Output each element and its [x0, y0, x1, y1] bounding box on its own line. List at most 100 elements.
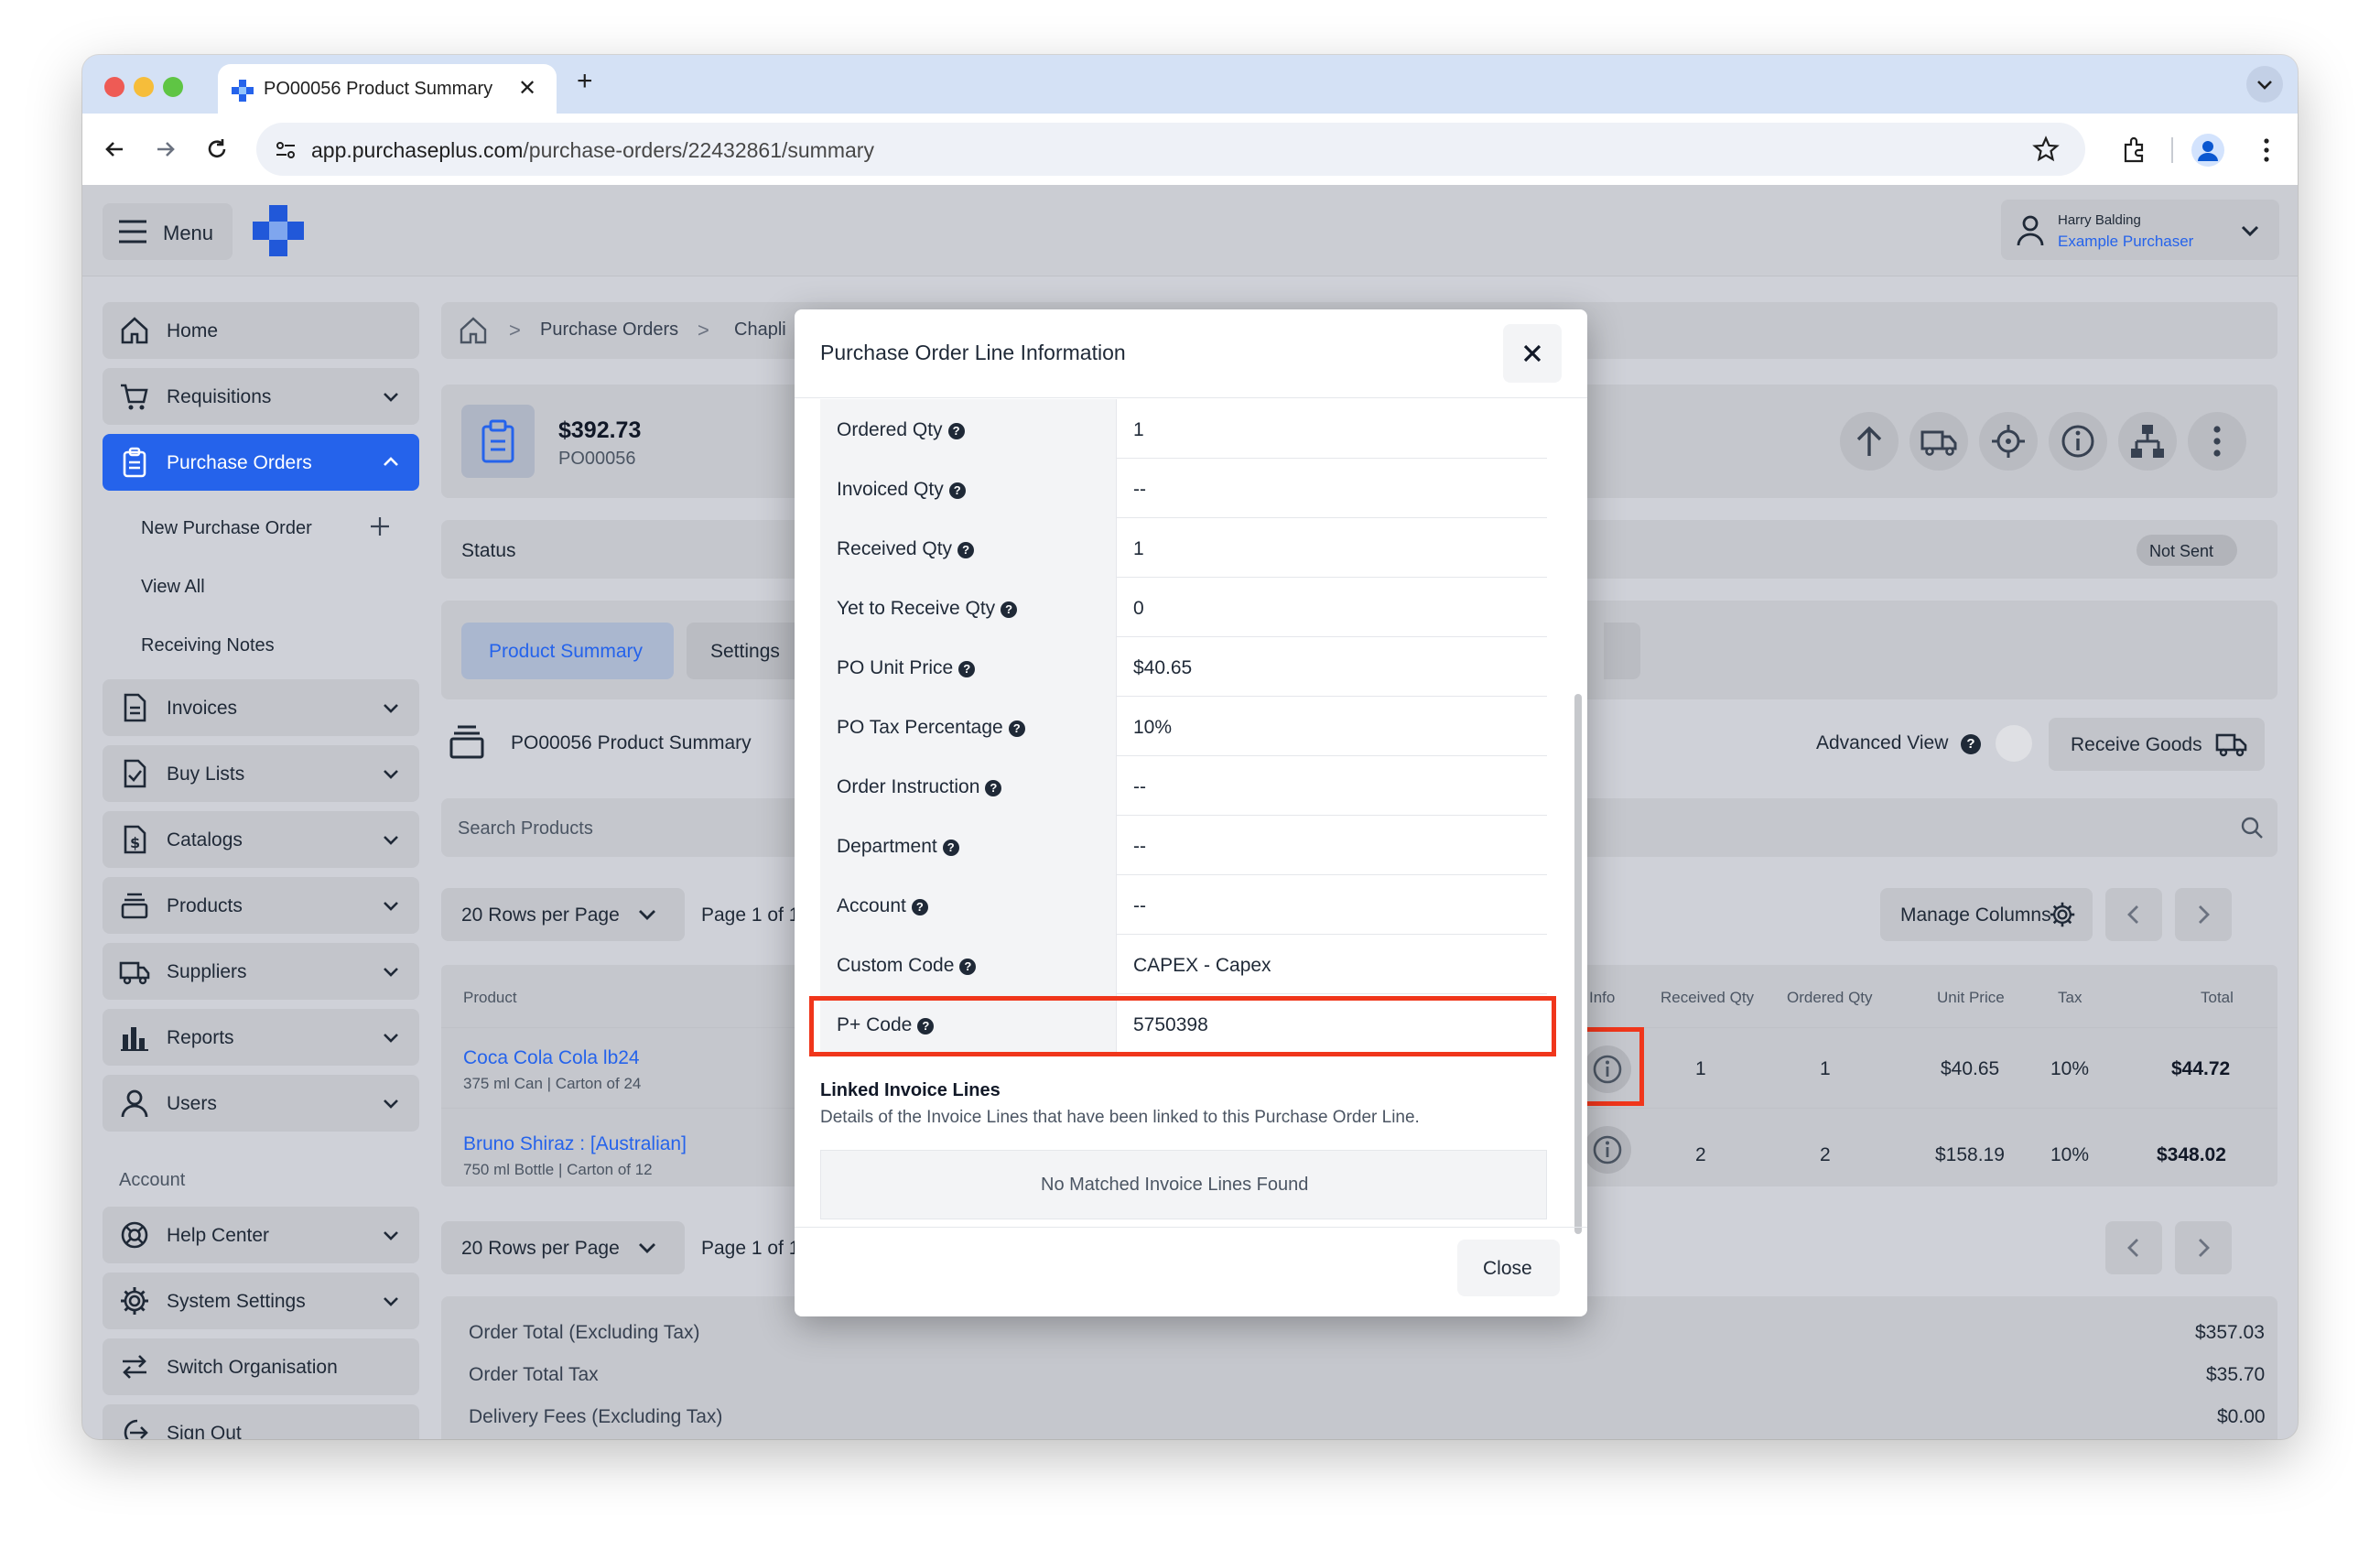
tab-overflow[interactable]	[1604, 623, 1640, 679]
tab-product-summary[interactable]: Product Summary	[461, 623, 674, 679]
profile-avatar[interactable]	[2191, 134, 2224, 167]
sidebar-subitem-view-all[interactable]: View All	[141, 577, 205, 598]
bookmark-star-icon[interactable]	[2032, 135, 2060, 163]
menu-button[interactable]: Menu	[103, 203, 233, 260]
close-window-button[interactable]	[104, 77, 124, 97]
help-icon[interactable]: ?	[1961, 734, 1981, 754]
help-icon[interactable]: ?	[947, 423, 965, 439]
svg-text:$: $	[130, 834, 140, 851]
account-heading: Account	[119, 1170, 186, 1190]
field-label: Invoiced Qty?	[837, 479, 966, 501]
modal-row-po-tax-percentage: PO Tax Percentage? 10%	[820, 697, 1547, 756]
breadcrumb-supplier[interactable]: Chapli	[734, 320, 786, 341]
sidebar-subitem-new-purchase-order[interactable]: New Purchase Order	[141, 518, 312, 539]
site-settings-icon[interactable]	[273, 137, 298, 163]
browser-toolbar: app.purchaseplus.com/purchase-orders/224…	[82, 114, 2298, 185]
more-options-button[interactable]	[2188, 412, 2246, 471]
modal-close-button[interactable]: Close	[1457, 1240, 1560, 1296]
po-info-button[interactable]	[2049, 412, 2107, 471]
sidebar-item-suppliers[interactable]: Suppliers	[103, 943, 419, 1000]
minimize-window-button[interactable]	[134, 77, 154, 97]
field-label: Yet to Receive Qty?	[837, 598, 1018, 620]
sidebar-item-products[interactable]: Products	[103, 877, 419, 934]
user-icon	[121, 1089, 148, 1118]
receive-goods-button[interactable]: Receive Goods	[2049, 718, 2265, 771]
new-tab-button[interactable]: +	[577, 66, 593, 97]
po-hierarchy-button[interactable]	[2118, 412, 2177, 471]
help-icon[interactable]: ?	[957, 542, 975, 558]
sidebar-item-home[interactable]: Home	[103, 302, 419, 359]
product-name-link[interactable]: Bruno Shiraz : [Australian]	[463, 1133, 687, 1155]
sidebar-item-buy-lists[interactable]: Buy Lists	[103, 745, 419, 802]
help-icon[interactable]: ?	[959, 959, 977, 975]
sidebar-item-users[interactable]: Users	[103, 1075, 419, 1132]
help-icon[interactable]: ?	[942, 839, 959, 856]
switch-arrows-icon	[123, 1355, 146, 1379]
maximize-window-button[interactable]	[163, 77, 183, 97]
sidebar-item-label: Invoices	[167, 698, 238, 719]
row-info-button[interactable]	[1584, 1126, 1631, 1174]
unit-price: $158.19	[1935, 1144, 2005, 1165]
extensions-icon[interactable]	[2120, 135, 2149, 165]
field-value: 0	[1133, 598, 1144, 619]
tab-search-button[interactable]	[2246, 66, 2283, 103]
sidebar-item-invoices[interactable]: Invoices	[103, 679, 419, 736]
browser-tab[interactable]: PO00056 Product Summary ✕	[218, 64, 557, 114]
rows-per-page-select-bottom[interactable]: 20 Rows per Page	[441, 1221, 685, 1274]
back-arrow-icon[interactable]	[101, 135, 128, 163]
sidebar-item-help-center[interactable]: Help Center	[103, 1207, 419, 1263]
gear-icon	[121, 1287, 148, 1315]
product-name-link[interactable]: Coca Cola Cola lb24	[463, 1047, 640, 1069]
modal-title: Purchase Order Line Information	[820, 341, 1126, 364]
next-page-button[interactable]	[2175, 888, 2232, 941]
previous-page-button[interactable]	[2105, 888, 2162, 941]
modal-row-department: Department? --	[820, 816, 1547, 875]
breadcrumb-purchase-orders[interactable]: Purchase Orders	[540, 320, 678, 341]
field-value: 1	[1133, 419, 1144, 440]
sidebar-item-purchase-orders[interactable]: Purchase Orders	[103, 434, 419, 491]
sidebar-item-catalogs[interactable]: $ Catalogs	[103, 811, 419, 868]
url-domain: app.purchaseplus.com	[311, 138, 524, 162]
ordered-qty: 1	[1820, 1058, 1831, 1079]
track-po-button[interactable]	[1979, 412, 2038, 471]
modal-scrollbar[interactable]	[1574, 694, 1582, 1234]
submit-po-button[interactable]	[1840, 412, 1899, 471]
manage-columns-button[interactable]: Manage Columns	[1880, 888, 2093, 941]
reload-icon[interactable]	[203, 135, 231, 163]
sidebar-item-sign-out[interactable]: Sign Out	[103, 1404, 419, 1439]
field-label: Ordered Qty?	[837, 419, 965, 441]
rows-per-page-select[interactable]: 20 Rows per Page	[441, 888, 685, 941]
advanced-view-label: Advanced View	[1816, 732, 1949, 753]
field-value: --	[1133, 895, 1146, 916]
sidebar-item-switch-organisation[interactable]: Switch Organisation	[103, 1338, 419, 1395]
toolbar-divider	[2171, 137, 2173, 163]
plus-icon[interactable]	[368, 515, 392, 538]
help-icon[interactable]: ?	[948, 482, 966, 499]
help-icon[interactable]: ?	[911, 899, 928, 915]
help-icon[interactable]: ?	[985, 780, 1002, 796]
sidebar-item-system-settings[interactable]: System Settings	[103, 1273, 419, 1329]
next-page-button-bottom[interactable]	[2175, 1221, 2232, 1274]
received-qty: 1	[1695, 1058, 1706, 1079]
address-bar[interactable]: app.purchaseplus.com/purchase-orders/224…	[256, 123, 2085, 176]
help-icon[interactable]: ?	[958, 661, 976, 677]
chevron-down-icon	[2257, 81, 2272, 90]
modal-close-x-button[interactable]	[1503, 324, 1562, 383]
previous-page-button-bottom[interactable]	[2105, 1221, 2162, 1274]
home-icon[interactable]	[458, 315, 489, 346]
browser-menu-icon[interactable]	[2257, 135, 2276, 165]
column-header-received-qty: Received Qty	[1661, 989, 1755, 1006]
sidebar-item-requisitions[interactable]: Requisitions	[103, 368, 419, 425]
sidebar-subitem-receiving-notes[interactable]: Receiving Notes	[141, 635, 275, 656]
help-icon[interactable]: ?	[1008, 720, 1025, 737]
receive-po-button[interactable]	[1909, 412, 1968, 471]
tab-settings[interactable]: Settings	[687, 623, 806, 679]
field-label: Received Qty?	[837, 538, 975, 560]
user-menu-button[interactable]: Harry Balding Example Purchaser	[2001, 200, 2279, 260]
close-tab-icon[interactable]: ✕	[518, 75, 536, 102]
help-icon[interactable]: ?	[1001, 601, 1018, 618]
advanced-view-toggle[interactable]	[1996, 725, 2032, 762]
forward-arrow-icon[interactable]	[152, 135, 179, 163]
sidebar-item-reports[interactable]: Reports	[103, 1009, 419, 1066]
purchaseplus-logo-icon[interactable]	[251, 203, 306, 258]
